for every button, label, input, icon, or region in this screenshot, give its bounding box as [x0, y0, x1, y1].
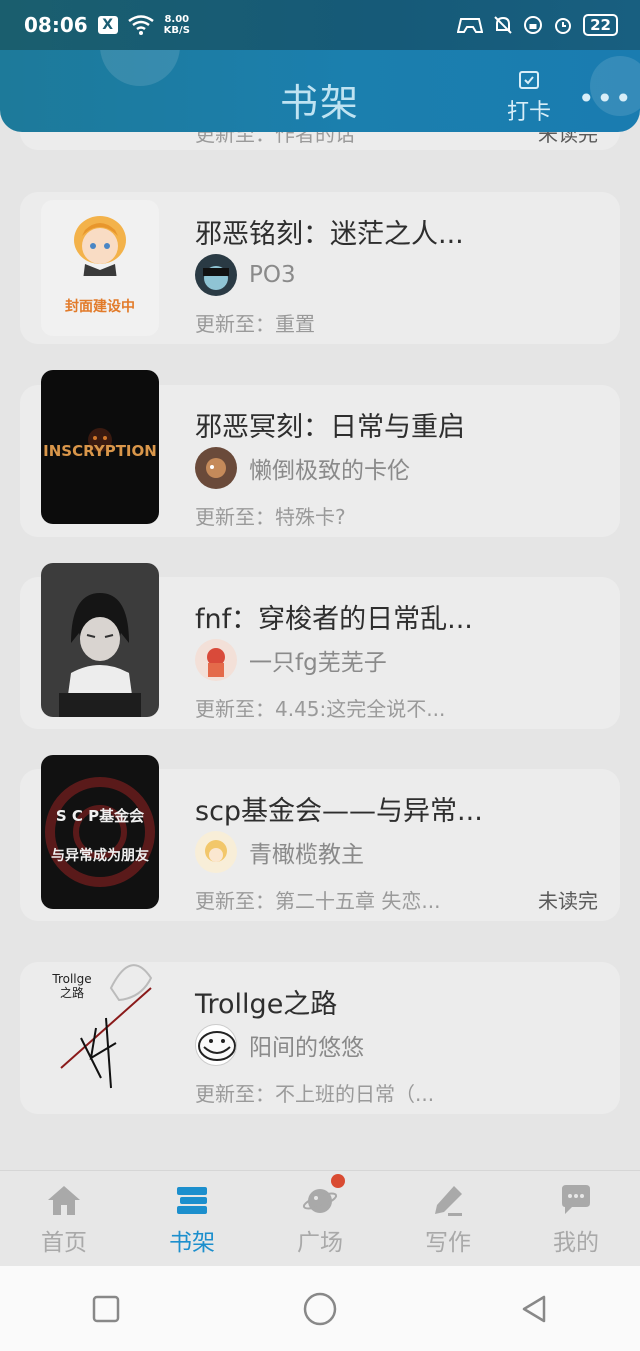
author-row: 懒倒极致的卡伦 [195, 447, 410, 489]
book-cover [41, 563, 159, 717]
book-card[interactable]: 封面建设中 邪恶铭刻：迷茫之人... PO3 更新至：重置 [20, 192, 620, 344]
author-name: 阳间的悠悠 [249, 1035, 364, 1061]
status-bar: 08:06 X 8.00 KB/S 22 [0, 0, 640, 50]
book-title: 邪恶铭刻：迷茫之人... [195, 219, 464, 250]
book-title: fnf：穿梭者的日常乱... [195, 604, 473, 635]
status-time: 08:06 [24, 13, 88, 37]
bell-muted-icon [494, 16, 512, 34]
unread-status: 未读完 [538, 889, 598, 913]
back-triangle-icon[interactable] [520, 1294, 548, 1324]
pen-icon [435, 1186, 462, 1216]
checkin-label: 打卡 [506, 100, 551, 125]
more-options-button[interactable]: ••• [578, 82, 634, 115]
book-cover: INSCRYPTION [41, 370, 159, 524]
avatar [195, 1024, 237, 1066]
nav-label: 广场 [297, 1230, 343, 1256]
book-cover: Trollge 之路 [41, 948, 159, 1102]
author-row: PO3 [195, 254, 296, 296]
author-row: 一只fg芜芜子 [195, 639, 387, 681]
book-update: 更新至：重置 [195, 312, 315, 336]
avatar [195, 831, 237, 873]
avatar [195, 447, 237, 489]
author-row: 阳间的悠悠 [195, 1024, 364, 1066]
book-card[interactable]: fnf：穿梭者的日常乱... 一只fg芜芜子 更新至：4.45:这完全说不... [20, 563, 620, 729]
avatar [195, 254, 237, 296]
gamepad-icon [457, 18, 484, 33]
avatar [195, 639, 237, 681]
book-card[interactable]: INSCRYPTION 邪恶冥刻：日常与重启 懒倒极致的卡伦 更新至：特殊卡? [20, 370, 620, 537]
book-card[interactable]: S C P基金会 与异常成为朋友 scp基金会——与异常... 青橄榄教主 更新… [20, 755, 620, 921]
author-name: 青橄榄教主 [249, 842, 364, 868]
nav-square[interactable]: 广场 [256, 1171, 384, 1266]
author-name: 懒倒极致的卡伦 [249, 458, 410, 484]
nav-label: 首页 [41, 1230, 87, 1256]
planet-icon [302, 1189, 338, 1213]
lock-rotation-icon [524, 16, 543, 34]
home-icon [48, 1186, 80, 1215]
anime-boy-cover-illustration [59, 593, 141, 717]
checkin-button[interactable]: 打卡 [504, 68, 554, 126]
battery-indicator: 22 [583, 14, 618, 36]
cover-title-text: S C P基金会 [55, 807, 145, 825]
bottom-nav: 首页 书架 广场 写作 我的 [0, 1170, 640, 1266]
book-update: 更新至：第二十五章 失恋... [195, 889, 441, 913]
author-row: 青橄榄教主 [195, 831, 364, 873]
app-header: 书架 打卡 ••• [0, 6, 640, 132]
book-cover: S C P基金会 与异常成为朋友 [41, 755, 159, 909]
author-name: PO3 [249, 262, 296, 288]
notification-x-icon: X [97, 16, 118, 34]
book-cover: 封面建设中 [41, 200, 159, 336]
cover-title-text: Trollge 之路 [52, 972, 92, 1000]
notification-badge [331, 1174, 345, 1188]
book-title: Trollge之路 [195, 989, 338, 1020]
cover-title-text: INSCRYPTION [43, 442, 157, 460]
recent-apps-icon[interactable] [92, 1295, 120, 1323]
book-card[interactable]: Trollge 之路 Trollge之路 阳间的悠悠 更新至：不上班的日常（..… [20, 962, 620, 1114]
cover-placeholder-text: 封面建设中 [65, 299, 135, 315]
wifi-icon [127, 15, 154, 35]
nav-bookshelf[interactable]: 书架 [128, 1171, 256, 1266]
nav-label: 写作 [425, 1230, 471, 1256]
chat-bubble-icon [562, 1185, 590, 1214]
home-circle-icon[interactable] [303, 1292, 337, 1326]
calendar-check-icon [519, 71, 539, 89]
nav-label: 我的 [553, 1230, 599, 1256]
system-nav-bar [0, 1266, 640, 1351]
scp-logo-cover-art [45, 777, 155, 887]
bookshelf-icon [177, 1187, 207, 1214]
network-speed: 8.00 KB/S [163, 14, 190, 36]
book-title: scp基金会——与异常... [195, 796, 483, 827]
book-update: 更新至：4.45:这完全说不... [195, 697, 446, 721]
book-update: 更新至：特殊卡? [195, 505, 346, 529]
author-name: 一只fg芜芜子 [249, 650, 387, 676]
nav-write[interactable]: 写作 [384, 1171, 512, 1266]
nav-home[interactable]: 首页 [0, 1171, 128, 1266]
cover-subtitle-text: 与异常成为朋友 [51, 848, 149, 864]
nav-label: 书架 [169, 1230, 215, 1256]
book-update: 更新至：不上班的日常（... [195, 1082, 435, 1106]
nav-mine[interactable]: 我的 [512, 1171, 640, 1266]
book-title: 邪恶冥刻：日常与重启 [195, 412, 465, 443]
alarm-icon [555, 18, 572, 34]
